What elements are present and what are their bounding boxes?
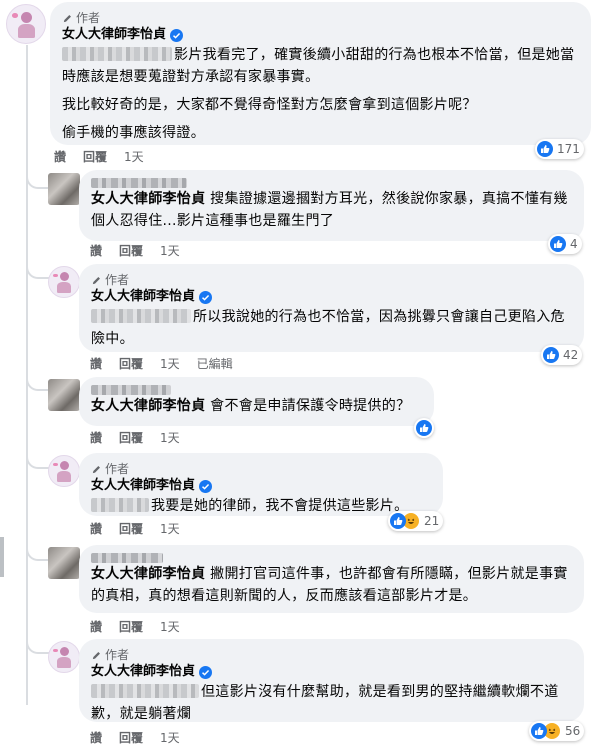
commenter-name[interactable]: 女人大律師李怡貞 [62, 26, 166, 44]
avatar[interactable] [48, 547, 80, 579]
blurred-mention [62, 47, 172, 61]
mention-link[interactable]: 女人大律師李怡貞 [91, 566, 205, 582]
blurred-mention [91, 498, 149, 512]
comment-text: 我要是她的律師，我不會提供這些影片。 [91, 495, 431, 517]
blurred-mention [91, 684, 199, 698]
comment-text: 女人大律師李怡貞 會不會是申請保護令時提供的？ [91, 398, 411, 414]
thread-connector [26, 445, 50, 469]
pencil-icon [92, 276, 100, 284]
like-reaction-icon [537, 141, 553, 157]
blurred-name [91, 385, 171, 395]
like-reaction-icon [416, 420, 432, 436]
timestamp[interactable]: 1天 [160, 243, 180, 259]
avatar[interactable] [48, 455, 80, 487]
commenter-name[interactable]: 女人大律師李怡貞 [91, 288, 195, 306]
comment-actions: 讚 回覆 1天 [54, 149, 144, 165]
author-label: 作者 [105, 648, 130, 662]
avatar[interactable] [6, 4, 46, 44]
author-label: 作者 [105, 462, 130, 476]
like-button[interactable]: 讚 [90, 243, 102, 259]
commenter-name[interactable]: 女人大律師李怡貞 [91, 663, 195, 681]
comment-text: 女人大律師李怡貞 搜集證據還邊摑對方耳光，然後說你家暴，真搞不懂有幾個人忍得住.… [91, 191, 568, 229]
reaction-count[interactable]: 56 [529, 721, 585, 741]
verified-badge-icon [199, 290, 213, 304]
like-button[interactable]: 讚 [90, 730, 102, 746]
pencil-icon [92, 651, 100, 659]
comment-text: 但這影片沒有什麼幫助，就是看到男的堅持繼續軟爛不道歉，就是躺著爛 [91, 684, 559, 722]
comment-bubble: 女人大律師李怡貞 撇開打官司這件事，也許都會有所隱瞞，但影片就是事實的真相，真的… [79, 545, 584, 613]
mention-link[interactable]: 女人大律師李怡貞 [91, 191, 205, 207]
like-reaction-icon [550, 236, 566, 252]
comment-text: 所以我說她的行為也不恰當，因為挑釁只會讓自己更陷入危險中。 [91, 309, 565, 347]
author-badge: 作者 [91, 272, 572, 288]
timestamp[interactable]: 1天 [124, 149, 144, 165]
like-reaction-icon [390, 513, 406, 529]
pencil-icon [63, 14, 71, 22]
mention-link[interactable]: 女人大律師李怡貞 [91, 398, 205, 414]
avatar[interactable] [48, 641, 80, 673]
like-button[interactable]: 讚 [90, 430, 102, 446]
blurred-name [91, 178, 187, 188]
comment-actions: 讚 回覆 1天 [90, 430, 180, 446]
verified-badge-icon [199, 665, 213, 679]
timestamp[interactable]: 1天 [160, 356, 180, 372]
author-badge: 作者 [91, 647, 572, 663]
reaction-count[interactable] [414, 418, 434, 438]
like-button[interactable]: 讚 [90, 521, 102, 537]
reaction-count[interactable]: 4 [548, 234, 582, 254]
reply-button[interactable]: 回覆 [119, 243, 143, 259]
author-label: 作者 [105, 273, 130, 287]
blurred-mention [91, 309, 191, 323]
blurred-name [91, 553, 163, 563]
comment-bubble: 作者 女人大律師李怡貞 我要是她的律師，我不會提供這些影片。 [79, 453, 443, 516]
like-reaction-icon [531, 723, 547, 739]
reply-button[interactable]: 回覆 [119, 356, 143, 372]
thread-connector [26, 255, 50, 279]
commenter-name[interactable]: 女人大律師李怡貞 [91, 477, 195, 495]
timestamp[interactable]: 1天 [160, 521, 180, 537]
like-reaction-icon [543, 347, 559, 363]
avatar[interactable] [48, 379, 80, 411]
comment-bubble: 女人大律師李怡貞 搜集證據還邊摑對方耳光，然後說你家暴，真搞不懂有幾個人忍得住.… [79, 170, 584, 241]
reaction-count[interactable]: 42 [541, 345, 583, 365]
timestamp[interactable]: 1天 [160, 619, 180, 635]
reaction-count[interactable]: 21 [388, 511, 444, 531]
avatar[interactable] [48, 173, 80, 205]
reply-button[interactable]: 回覆 [119, 730, 143, 746]
pencil-icon [92, 465, 100, 473]
thread-connector [26, 630, 50, 654]
verified-badge-icon [170, 28, 184, 42]
timestamp[interactable]: 1天 [160, 730, 180, 746]
scroll-edge-marker [0, 537, 4, 577]
comment-bubble: 女人大律師李怡貞 會不會是申請保護令時提供的？ [79, 377, 434, 426]
edited-label: 已編輯 [196, 357, 233, 371]
comment-bubble: 作者 女人大律師李怡貞 影片我看完了，確實後續小甜甜的行為也根本不恰當，但是她當… [50, 2, 591, 145]
comment-text: 女人大律師李怡貞 撇開打官司這件事，也許都會有所隱瞞，但影片就是事實的真相，真的… [91, 566, 568, 604]
comment-actions: 讚 回覆 1天 [90, 619, 180, 635]
verified-badge-icon [199, 479, 213, 493]
comment-actions: 讚 回覆 1天 已編輯 [90, 356, 233, 372]
author-badge: 作者 [62, 10, 579, 26]
comment-bubble: 作者 女人大律師李怡貞 但這影片沒有什麼幫助，就是看到男的堅持繼續軟爛不道歉，就… [79, 639, 584, 722]
comment-text: 影片我看完了，確實後續小甜甜的行為也根本不恰當，但是她當時應該是想要蒐證對方承認… [62, 47, 575, 141]
reply-button[interactable]: 回覆 [119, 619, 143, 635]
author-label: 作者 [76, 11, 101, 25]
like-button[interactable]: 讚 [54, 149, 66, 165]
reply-button[interactable]: 回覆 [119, 430, 143, 446]
reply-button[interactable]: 回覆 [83, 149, 107, 165]
like-button[interactable]: 讚 [90, 356, 102, 372]
comment-actions: 讚 回覆 1天 [90, 730, 180, 746]
reply-button[interactable]: 回覆 [119, 521, 143, 537]
timestamp[interactable]: 1天 [160, 430, 180, 446]
reaction-count[interactable]: 171 [535, 139, 584, 159]
comment-actions: 讚 回覆 1天 [90, 521, 180, 537]
avatar[interactable] [48, 266, 80, 298]
like-button[interactable]: 讚 [90, 619, 102, 635]
comment-bubble: 作者 女人大律師李怡貞 所以我說她的行為也不恰當，因為挑釁只會讓自己更陷入危險中… [79, 264, 584, 352]
author-badge: 作者 [91, 461, 431, 477]
comment-actions: 讚 回覆 1天 [90, 243, 180, 259]
